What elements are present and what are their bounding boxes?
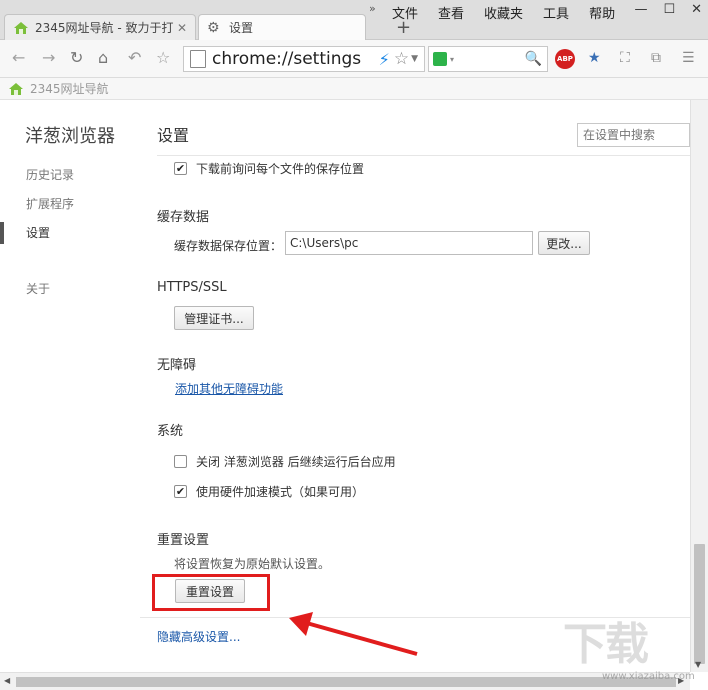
settings-search-input[interactable] — [577, 123, 690, 147]
address-bar[interactable]: chrome://settings ⚡ ☆ ▼ — [183, 46, 425, 72]
bookmark-star-icon[interactable]: ☆ — [156, 48, 170, 67]
download-ask-checkbox[interactable]: ✔ — [174, 162, 187, 175]
hardware-accel-checkbox[interactable]: ✔ — [174, 485, 187, 498]
hardware-accel-label: 使用硬件加速模式（如果可用） — [196, 485, 365, 499]
tab-2345-nav[interactable]: 2345网址导航 - 致力于打造 ✕ — [4, 14, 196, 40]
sidebar-item-extensions[interactable]: 扩展程序 — [26, 195, 74, 212]
vertical-scroll-thumb[interactable] — [694, 544, 705, 664]
back-icon[interactable]: ← — [12, 48, 25, 67]
favorite-star-icon[interactable]: ☆ — [394, 49, 409, 69]
url-text[interactable]: chrome://settings — [212, 49, 379, 69]
home-icon[interactable]: ⌂ — [98, 48, 108, 67]
header-divider — [157, 155, 690, 156]
maximize-icon[interactable]: ☐ — [663, 2, 675, 17]
reset-description: 将设置恢复为原始默认设置。 — [174, 555, 330, 572]
cache-path-label-text: 缓存数据保存位置： — [174, 239, 283, 253]
tab-title: 2345网址导航 - 致力于打造 — [35, 21, 174, 35]
search-engine-icon[interactable] — [433, 52, 447, 66]
highlight-box — [152, 574, 270, 611]
reset-section-title: 重置设置 — [157, 533, 210, 548]
menu-help[interactable]: 帮助 — [589, 3, 615, 22]
hardware-accel-row[interactable]: ✔ 使用硬件加速模式（如果可用） — [174, 483, 364, 500]
background-apps-label: 关闭 洋葱浏览器 后继续运行后台应用 — [196, 455, 396, 469]
gear-icon: ⚙ — [207, 19, 220, 36]
minimize-icon[interactable]: — — [634, 2, 647, 17]
background-apps-row[interactable]: 关闭 洋葱浏览器 后继续运行后台应用 — [174, 453, 396, 470]
search-box[interactable]: ▾ 🔍 — [428, 46, 548, 72]
engine-dropdown-icon[interactable]: ▾ — [450, 55, 525, 64]
hide-advanced-link[interactable]: 隐藏高级设置... — [157, 628, 240, 645]
sidebar-item-about[interactable]: 关于 — [26, 280, 50, 297]
horizontal-scrollbar[interactable]: ◀ ▶ — [0, 672, 690, 690]
bookmark-2345[interactable]: 2345网址导航 — [30, 80, 109, 97]
cache-section-title: 缓存数据 — [157, 210, 210, 225]
house-logo-icon — [14, 21, 28, 34]
reset-description-text: 将设置恢复为原始默认设置。 — [174, 557, 331, 571]
chevron-down-icon[interactable]: ▼ — [411, 54, 418, 64]
adblock-icon[interactable]: ABP — [555, 49, 575, 69]
watermark: 下载 — [563, 619, 649, 670]
navigation-toolbar: ← → ↻ ⌂ ↶ ☆ chrome://settings ⚡ ☆ ▼ ▾ 🔍 … — [0, 40, 708, 78]
bookmark-bar: 2345网址导航 — [0, 78, 708, 100]
house-logo-icon — [9, 82, 23, 95]
speed-mode-icon[interactable]: ⚡ — [379, 50, 390, 69]
manage-certificates-button[interactable]: 管理证书... — [174, 306, 254, 330]
system-section-title: 系统 — [157, 424, 184, 439]
sidebar-item-history[interactable]: 历史记录 — [26, 166, 74, 183]
accessibility-section-title: 无障碍 — [157, 358, 197, 373]
vertical-scrollbar[interactable]: ▼ — [690, 100, 708, 672]
search-icon[interactable]: 🔍 — [525, 51, 542, 67]
menu-view[interactable]: 查看 — [438, 3, 464, 22]
settings-sidebar: 洋葱浏览器 历史记录 扩展程序 设置 关于 — [0, 100, 140, 672]
active-indicator — [0, 222, 4, 244]
background-apps-checkbox[interactable] — [174, 455, 187, 468]
screenshot-icon[interactable]: ⧉ — [651, 50, 661, 66]
download-ask-label: 下载前询问每个文件的保存位置 — [196, 162, 365, 176]
close-window-icon[interactable]: ✕ — [691, 2, 702, 17]
sidebar-item-settings[interactable]: 设置 — [26, 224, 50, 241]
scroll-left-icon[interactable]: ◀ — [4, 676, 10, 685]
window-controls: — ☐ ✕ — [634, 2, 702, 17]
favorites-folder-icon[interactable]: ★ — [588, 50, 601, 66]
menu-icon[interactable]: ☰ — [682, 50, 695, 66]
add-accessibility-link[interactable]: 添加其他无障碍功能 — [175, 380, 283, 397]
browser-brand: 洋葱浏览器 — [25, 126, 115, 147]
change-path-button[interactable]: 更改... — [538, 231, 590, 255]
download-ask-row[interactable]: ✔ 下载前询问每个文件的保存位置 — [174, 160, 364, 177]
reload-icon[interactable]: ↻ — [70, 48, 83, 67]
scroll-down-icon[interactable]: ▼ — [695, 660, 701, 669]
undo-close-icon[interactable]: ↶ — [128, 48, 141, 67]
tab-overflow-icon[interactable]: » — [369, 2, 376, 15]
settings-content: 设置 ✔ 下载前询问每个文件的保存位置 缓存数据 缓存数据保存位置： 更改...… — [140, 100, 690, 672]
menu-tools[interactable]: 工具 — [543, 3, 569, 22]
close-tab-icon[interactable]: ✕ — [174, 21, 190, 35]
horizontal-scroll-thumb[interactable] — [16, 677, 676, 687]
menu-bar: 文件 查看 收藏夹 工具 帮助 — [392, 3, 635, 22]
tab-settings[interactable]: ⚙ 设置 — [198, 14, 366, 40]
title-bar: 2345网址导航 - 致力于打造 ✕ ⚙ 设置 » + 文件 查看 收藏夹 工具… — [0, 0, 708, 40]
page-title: 设置 — [157, 126, 190, 145]
fullscreen-icon[interactable]: ⛶ — [620, 50, 630, 66]
tab-title: 设置 — [229, 21, 254, 35]
cache-path-label: 缓存数据保存位置： — [174, 237, 282, 254]
watermark-url: www.xiazaiba.com — [602, 671, 695, 682]
menu-file[interactable]: 文件 — [392, 3, 418, 22]
page-icon — [190, 50, 206, 68]
cache-path-field[interactable] — [285, 231, 533, 255]
menu-favorites[interactable]: 收藏夹 — [484, 3, 523, 22]
https-section-title: HTTPS/SSL — [157, 280, 227, 295]
forward-icon[interactable]: → — [42, 48, 55, 67]
